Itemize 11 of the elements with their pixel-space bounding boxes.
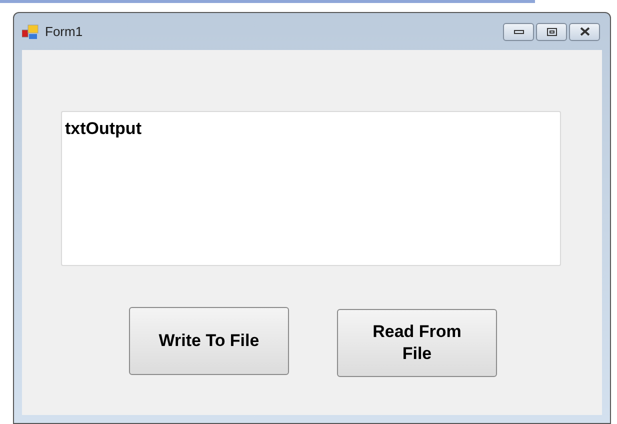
output-textbox[interactable]: txtOutput [61,111,561,266]
action-button[interactable]: Read From File [337,309,497,377]
maximize-button[interactable] [536,22,567,40]
form-icon [22,24,39,40]
close-button[interactable] [569,22,600,40]
action-button[interactable]: Write To File [129,307,289,375]
close-icon [580,27,590,36]
window-title: Form1 [45,22,83,41]
maximize-icon [546,28,556,36]
minimize-button[interactable] [503,22,534,40]
minimize-icon [514,30,524,34]
